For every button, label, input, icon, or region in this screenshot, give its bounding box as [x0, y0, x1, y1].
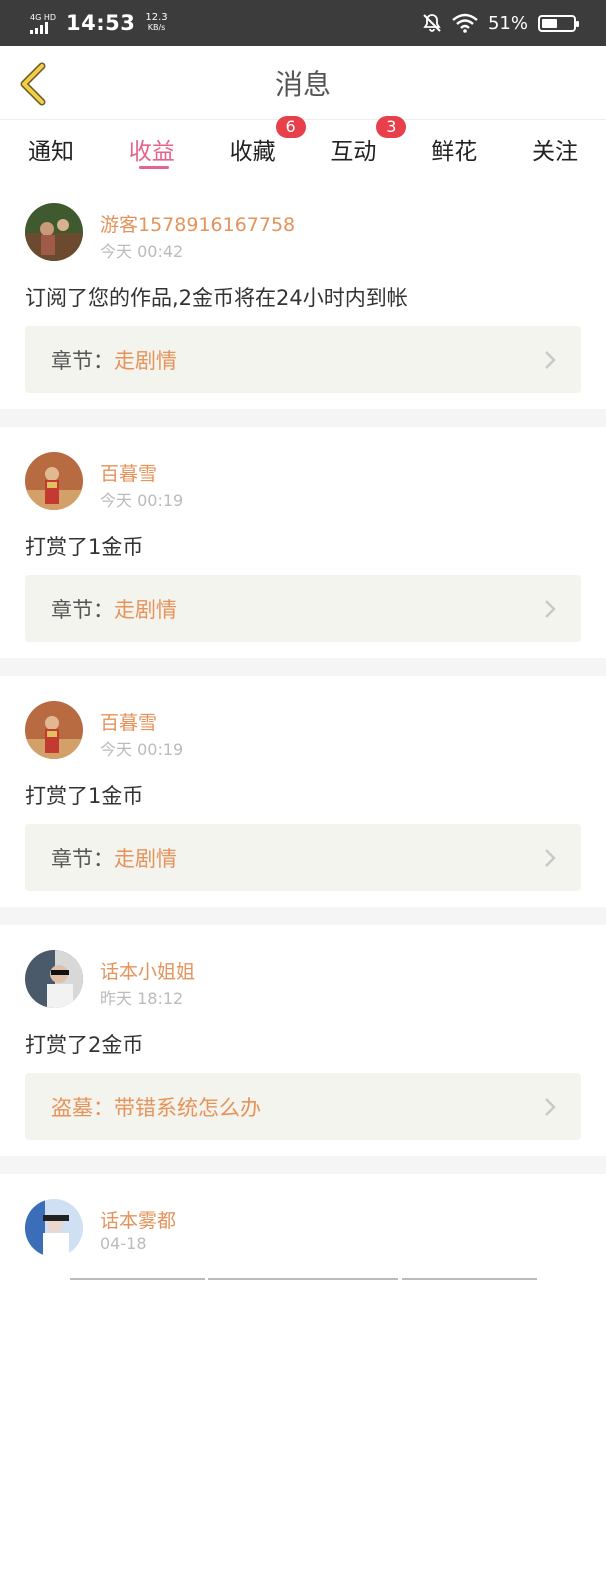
page-title: 消息 [274, 67, 331, 101]
divider [0, 1156, 606, 1174]
message-text: 订阅了您的作品,2金币将在24小时内到帐 [25, 286, 408, 310]
message-text: 打赏了1金币 [25, 784, 144, 808]
tab-label: 关注 [531, 139, 578, 165]
mute-bell-icon [423, 14, 441, 32]
chevron-right-icon [545, 849, 556, 867]
chevron-right-icon [545, 600, 556, 618]
chevron-left-icon [20, 62, 46, 106]
tab-bar: 通知 收益 收藏 6 互动 3 鲜花 关注 [0, 116, 606, 178]
tab-label: 鲜花 [431, 139, 478, 165]
clock: 14:53 [66, 11, 136, 35]
tab-interactions[interactable]: 互动 3 [304, 116, 407, 178]
tab-label: 通知 [28, 139, 74, 165]
username[interactable]: 百暮雪 [100, 459, 157, 486]
chapter-link[interactable]: 章节： 走剧情 [25, 575, 581, 642]
network-speed-unit: KB/s [147, 23, 166, 32]
chapter-label: 章节： [51, 348, 114, 373]
chapter-link[interactable]: 章节： 走剧情 [25, 326, 581, 393]
chevron-right-icon [545, 351, 556, 369]
timestamp: 今天 00:19 [100, 740, 184, 759]
timestamp: 昨天 18:12 [100, 989, 184, 1008]
unread-badge: 6 [275, 116, 306, 138]
battery-fill [542, 18, 558, 28]
timestamp: 04-18 [100, 1234, 147, 1253]
chapter-label: 章节： [51, 597, 114, 622]
username[interactable]: 百暮雪 [100, 708, 157, 735]
back-button[interactable] [14, 62, 54, 106]
unread-badge: 3 [376, 116, 407, 138]
avatar[interactable] [25, 203, 83, 261]
message-item: 百暮雪 今天 00:19 打赏了1金币 章节： 走剧情 [0, 427, 606, 658]
chapter-title: 走剧情 [114, 348, 177, 373]
network-type: 4G HD [30, 12, 57, 22]
avatar[interactable] [25, 950, 83, 1008]
message-item: 百暮雪 今天 00:19 打赏了1金币 章节： 走剧情 [0, 676, 606, 907]
message-text: 打赏了2金币 [25, 1033, 144, 1057]
chapter-link[interactable]: 盗墓： 带错系统怎么办 [25, 1073, 581, 1140]
timestamp: 今天 00:42 [100, 242, 184, 261]
chapter-title: 走剧情 [114, 597, 177, 622]
divider [0, 409, 606, 427]
tab-follows[interactable]: 关注 [506, 120, 604, 178]
battery-icon [538, 14, 579, 32]
signal-icon [30, 21, 48, 34]
network-speed-value: 12.3 [145, 12, 168, 23]
avatar[interactable] [25, 701, 83, 759]
avatar[interactable] [25, 452, 83, 510]
network-indicator: 4G HD [30, 13, 56, 34]
chapter-title: 带错系统怎么办 [114, 1095, 261, 1120]
tab-notifications[interactable]: 通知 [2, 120, 100, 178]
status-bar: 4G HD 14:53 12.3 KB/s 51% [0, 0, 606, 46]
tab-label: 收益 [128, 139, 175, 165]
message-item: 游客1578916167758 今天 00:42 订阅了您的作品,2金币将在24… [0, 178, 606, 409]
message-item: 话本小姐姐 昨天 18:12 打赏了2金币 盗墓： 带错系统怎么办 [0, 925, 606, 1156]
username[interactable]: 游客1578916167758 [100, 210, 295, 237]
message-item: 话本雾都 04-18 [0, 1174, 606, 1574]
tab-label: 互动 [330, 139, 377, 165]
chapter-link[interactable]: 章节： 走剧情 [25, 824, 581, 891]
tab-favorites[interactable]: 收藏 6 [204, 116, 306, 178]
username[interactable]: 话本雾都 [100, 1206, 176, 1233]
chapter-label: 盗墓： [51, 1095, 114, 1120]
username[interactable]: 话本小姐姐 [100, 957, 195, 984]
tab-flowers[interactable]: 鲜花 [405, 120, 503, 178]
divider [0, 907, 606, 925]
chapter-label: 章节： [51, 846, 114, 871]
network-speed: 12.3 KB/s [145, 13, 167, 33]
header: 消息 [0, 46, 606, 120]
tab-earnings[interactable]: 收益 [103, 120, 201, 178]
chapter-title: 走剧情 [114, 846, 177, 871]
message-list: 游客1578916167758 今天 00:42 订阅了您的作品,2金币将在24… [0, 178, 606, 1574]
avatar[interactable] [25, 1199, 83, 1257]
message-text: 打赏了1金币 [25, 535, 144, 559]
timestamp: 今天 00:19 [100, 491, 184, 510]
wifi-icon [452, 13, 478, 33]
chevron-right-icon [545, 1098, 556, 1116]
battery-percent: 51% [487, 12, 528, 34]
tab-label: 收藏 [229, 139, 276, 165]
divider [0, 658, 606, 676]
